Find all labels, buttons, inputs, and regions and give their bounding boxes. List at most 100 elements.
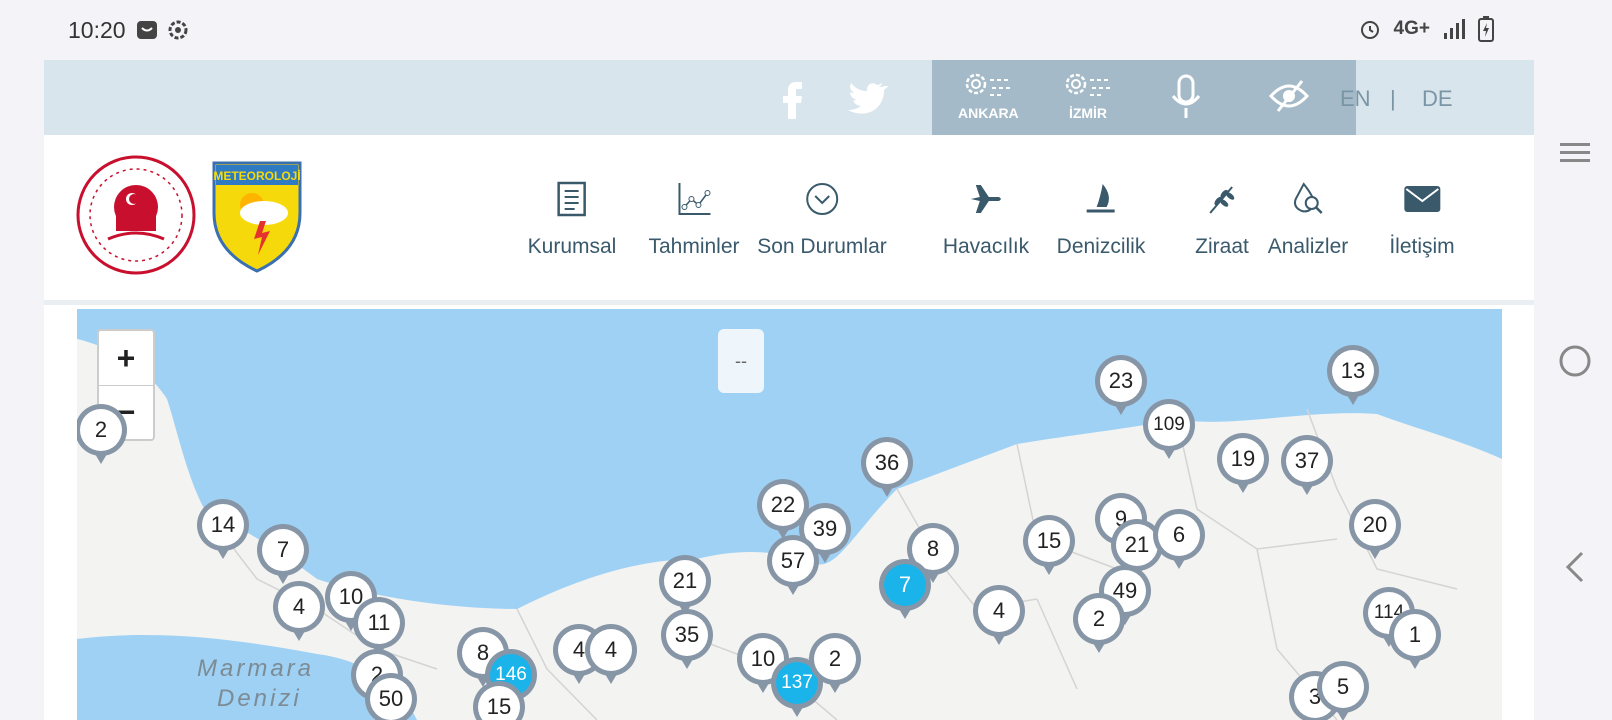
chevron-circle-icon: [757, 175, 887, 223]
station-cluster-marker[interactable]: 2: [77, 404, 127, 466]
station-cluster-marker[interactable]: 57: [767, 535, 819, 597]
station-cluster-marker[interactable]: 19: [1217, 433, 1269, 495]
marker-count: 13: [1332, 350, 1374, 392]
web-page: ANKARA İZMİR EN | DE METEOROLOJİ Kurumsa…: [44, 60, 1534, 720]
marker-count: 20: [1354, 504, 1396, 546]
marker-count: 7: [884, 564, 926, 606]
marker-count: 4: [978, 590, 1020, 632]
menu-item-kurumsal[interactable]: Kurumsal: [527, 175, 617, 259]
lang-en[interactable]: EN: [1340, 86, 1371, 112]
marker-count: 1: [1394, 614, 1436, 656]
map-overlay-box[interactable]: --: [718, 329, 764, 393]
weather-sun-wind-icon: [966, 73, 1013, 96]
ministry-logo[interactable]: [76, 155, 196, 275]
marker-count: 2: [80, 409, 122, 451]
menu-icon[interactable]: [1558, 136, 1592, 170]
station-cluster-marker[interactable]: 4: [273, 581, 325, 643]
menu-item-havacılık[interactable]: Havacılık: [943, 175, 1029, 259]
battery-icon: [1478, 16, 1494, 42]
system-nav-bar: [1534, 0, 1612, 720]
station-cluster-marker[interactable]: 50: [365, 673, 417, 720]
marker-count: 35: [666, 614, 708, 656]
menu-item-tahminler[interactable]: Tahminler: [648, 175, 740, 259]
marker-count: 37: [1286, 440, 1328, 482]
marker-count: 109: [1148, 404, 1190, 446]
weather-ankara[interactable]: ANKARA: [958, 68, 1019, 121]
marker-count: 23: [1100, 360, 1142, 402]
facebook-icon[interactable]: [770, 74, 816, 120]
menu-item-ziraat[interactable]: Ziraat: [1195, 175, 1249, 259]
station-cluster-marker[interactable]: 7: [879, 559, 931, 621]
station-cluster-marker[interactable]: 109: [1143, 399, 1195, 461]
marker-count: 19: [1222, 438, 1264, 480]
marker-count: 22: [762, 484, 804, 526]
station-cluster-marker[interactable]: 4: [973, 585, 1025, 647]
station-cluster-marker[interactable]: 36: [861, 437, 913, 499]
lang-separator: |: [1390, 86, 1396, 111]
microphone-icon[interactable]: [1168, 74, 1204, 122]
station-cluster-marker[interactable]: 37: [1281, 435, 1333, 497]
back-icon[interactable]: [1558, 550, 1592, 584]
station-cluster-marker[interactable]: 14: [197, 499, 249, 561]
marker-count: 15: [1028, 520, 1070, 562]
lang-de[interactable]: DE: [1422, 86, 1453, 112]
menu-item-label: Son Durumlar: [757, 235, 887, 258]
meteoroloji-logo[interactable]: METEOROLOJİ: [212, 161, 302, 273]
station-cluster-marker[interactable]: 2: [1073, 593, 1125, 655]
alarm-icon: [1360, 21, 1379, 39]
marker-count: 50: [370, 678, 412, 720]
marker-count: 21: [664, 560, 706, 602]
airplane-icon: [943, 175, 1029, 223]
marker-count: 6: [1158, 514, 1200, 556]
station-cluster-marker[interactable]: 20: [1349, 499, 1401, 561]
station-map[interactable]: Marmara Denizi + − -- 2 14 7 4 10 11 2 50 8 146 15…: [77, 309, 1502, 720]
menu-item-denizcilik[interactable]: Denizcilik: [1056, 175, 1146, 259]
menu-item-label: Tahminler: [648, 235, 740, 258]
station-cluster-marker[interactable]: 15: [1023, 515, 1075, 577]
marker-count: 4: [278, 586, 320, 628]
wheat-icon: [1195, 175, 1249, 223]
station-cluster-marker[interactable]: 21: [659, 555, 711, 617]
chart-icon: [648, 175, 739, 223]
sailboat-icon: [1057, 175, 1146, 223]
map-label-marmara: Marmara: [197, 655, 315, 682]
map-label-denizi: Denizi: [217, 685, 302, 712]
station-cluster-marker[interactable]: 35: [661, 609, 713, 671]
menu-item-label: Analizler: [1267, 235, 1349, 258]
station-cluster-marker[interactable]: 2: [809, 633, 861, 695]
menu-item-son-durumlar[interactable]: Son Durumlar: [757, 175, 887, 259]
menu-item-i̇letişim[interactable]: İletişim: [1389, 175, 1455, 259]
station-cluster-marker[interactable]: 7: [257, 524, 309, 586]
marker-count: 7: [262, 529, 304, 571]
marker-count: 57: [772, 540, 814, 582]
marker-count: 2: [814, 638, 856, 680]
station-cluster-marker[interactable]: 15: [473, 681, 525, 720]
marker-count: 4: [590, 629, 632, 671]
signal-icon: [1444, 19, 1465, 39]
eye-slash-icon[interactable]: [1268, 78, 1310, 114]
bag-icon: [137, 21, 157, 39]
zoom-in-button[interactable]: +: [99, 331, 153, 385]
envelope-icon: [1389, 175, 1454, 223]
menu-item-label: Denizcilik: [1056, 235, 1146, 258]
home-icon[interactable]: [1558, 344, 1592, 378]
menu-item-label: İletişim: [1389, 235, 1455, 258]
station-cluster-marker[interactable]: 4: [585, 624, 637, 686]
weather-izmir[interactable]: İZMİR: [1062, 68, 1114, 121]
station-cluster-marker[interactable]: 23: [1095, 355, 1147, 417]
top-strip: ANKARA İZMİR EN | DE: [44, 60, 1534, 135]
menu-item-label: Ziraat: [1195, 235, 1249, 258]
menu-item-label: Havacılık: [942, 235, 1030, 258]
marker-count: 14: [202, 504, 244, 546]
marker-count: 11: [358, 602, 400, 644]
station-cluster-marker[interactable]: 6: [1153, 509, 1205, 571]
station-cluster-marker[interactable]: 1: [1389, 609, 1441, 671]
twitter-icon[interactable]: [844, 74, 890, 120]
status-bar: 10:20 4G+: [0, 0, 1534, 60]
station-cluster-marker[interactable]: 13: [1327, 345, 1379, 407]
marker-count: 5: [1322, 666, 1364, 708]
weather-box: ANKARA İZMİR: [932, 60, 1356, 135]
menu-item-label: Kurumsal: [527, 235, 617, 258]
station-cluster-marker[interactable]: 5: [1317, 661, 1369, 720]
menu-item-analizler[interactable]: Analizler: [1267, 175, 1349, 259]
